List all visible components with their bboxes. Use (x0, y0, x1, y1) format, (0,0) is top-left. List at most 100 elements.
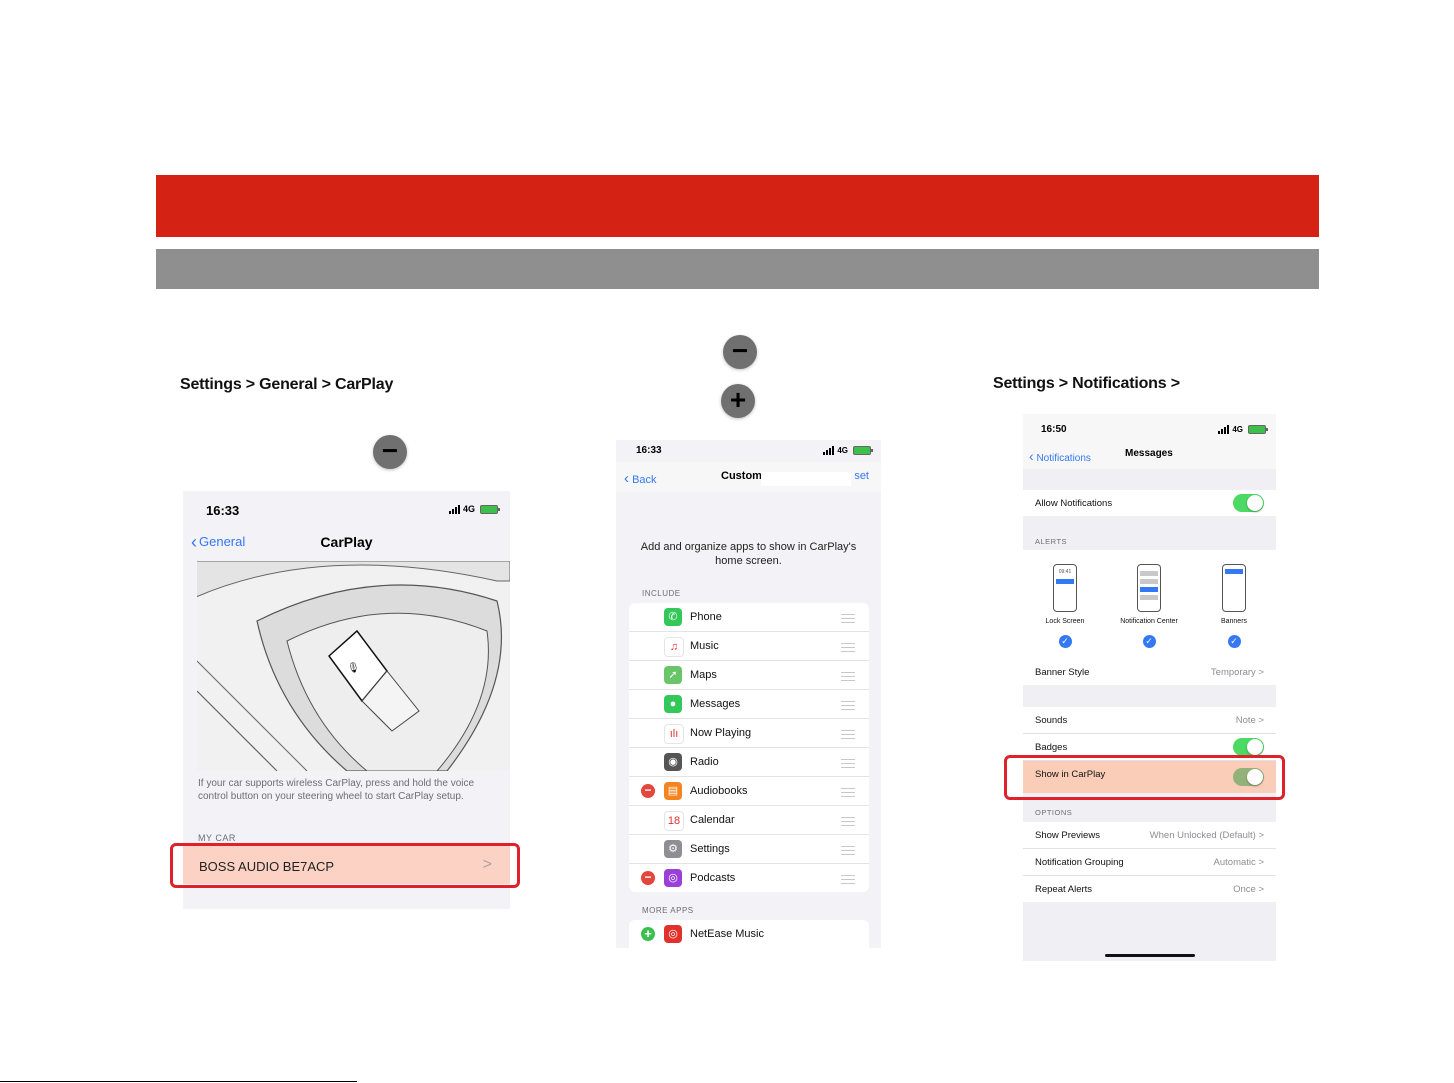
reorder-handle-icon[interactable] (841, 759, 855, 768)
allow-notifications-toggle[interactable] (1233, 494, 1264, 512)
nav-title: Custom (721, 470, 762, 482)
app-name: Maps (690, 669, 717, 681)
more-apps-list: + ◎ NetEase Music (629, 920, 869, 948)
signal-icon (1218, 425, 1230, 434)
checkmark-icon: ✓ (1058, 635, 1072, 648)
section-alerts: ALERTS (1035, 537, 1068, 546)
now-playing-icon: ılı (664, 724, 684, 744)
app-name: Audiobooks (690, 785, 748, 797)
banners-preview-icon (1222, 564, 1246, 612)
row-label: Badges (1035, 742, 1068, 753)
option-row[interactable]: Notification Grouping Automatic > (1023, 849, 1276, 876)
app-row[interactable]: − ◎ Podcasts (629, 864, 869, 892)
reorder-handle-icon[interactable] (841, 875, 855, 884)
checkmark-icon: ✓ (1227, 635, 1241, 648)
home-indicator (1105, 954, 1195, 957)
status-bar: 4G (1218, 425, 1268, 434)
status-time: 16:33 (206, 503, 240, 518)
back-button[interactable]: ‹ Notifications (1029, 448, 1091, 464)
row-label: Allow Notifications (1035, 498, 1113, 509)
nav-title: Messages (1125, 448, 1173, 459)
chevron-right-icon: > (1258, 715, 1264, 726)
highlight-box-show-in-carplay (1004, 755, 1285, 800)
alert-style-notification-center[interactable]: Notification Center ✓ (1109, 564, 1189, 648)
chevron-left-icon: ‹ (624, 470, 629, 487)
reorder-handle-icon[interactable] (841, 643, 855, 652)
row-label: Sounds (1035, 715, 1068, 726)
app-row[interactable]: ♫ Music (629, 632, 869, 661)
allow-notifications-row: Allow Notifications (1023, 490, 1276, 516)
plus-button: + (721, 384, 755, 418)
remove-app-button[interactable]: − (641, 871, 655, 885)
app-name: Phone (690, 611, 722, 623)
app-row[interactable]: ➚ Maps (629, 661, 869, 690)
reorder-handle-icon[interactable] (841, 701, 855, 710)
section-more-apps: MORE APPS (642, 906, 694, 915)
row-label: Repeat Alerts (1035, 884, 1093, 895)
reorder-handle-icon[interactable] (841, 788, 855, 797)
alert-style-label: Banners (1220, 618, 1248, 625)
nav-bar: ‹ Back Custom set (616, 462, 881, 492)
back-button[interactable]: ‹ Back (624, 470, 657, 487)
status-bar: 4G (823, 446, 873, 455)
mini-time: 09:41 (1058, 569, 1072, 575)
network-label: 4G (462, 504, 475, 514)
reorder-handle-icon[interactable] (841, 614, 855, 623)
minus-icon: − (381, 434, 399, 466)
podcasts-icon: ◎ (664, 869, 682, 887)
chevron-right-icon: > (1258, 857, 1264, 868)
checkmark-icon: ✓ (1142, 635, 1156, 648)
chevron-left-icon: ‹ (1029, 448, 1034, 464)
option-row[interactable]: Repeat Alerts Once > (1023, 876, 1276, 902)
alert-style-banners[interactable]: Banners ✓ (1194, 564, 1274, 648)
alert-style-lock-screen[interactable]: 09:41 Lock Screen ✓ (1025, 564, 1105, 648)
reorder-handle-icon[interactable] (841, 846, 855, 855)
battery-icon (1248, 425, 1268, 434)
banner-style-group: Banner Style Temporary > (1023, 659, 1276, 685)
app-row[interactable]: 18 Calendar (629, 806, 869, 835)
app-row[interactable]: ✆ Phone (629, 603, 869, 632)
nav-title: CarPlay (320, 534, 373, 550)
phone-messages-notifications: 16:50 4G ‹ Notifications Messages Allow … (1023, 414, 1276, 961)
badges-toggle[interactable] (1233, 738, 1264, 756)
row-label: Notification Grouping (1035, 857, 1124, 868)
music-icon: ♫ (664, 637, 684, 657)
banner-style-row[interactable]: Banner Style Temporary > (1023, 659, 1276, 685)
app-row[interactable]: ılı Now Playing (629, 719, 869, 748)
app-row[interactable]: ⚙ Settings (629, 835, 869, 864)
app-row[interactable]: ● Messages (629, 690, 869, 719)
remove-app-button[interactable]: − (641, 784, 655, 798)
signal-icon (448, 504, 460, 514)
add-app-button[interactable]: + (641, 927, 655, 941)
notification-center-preview-icon (1137, 564, 1161, 612)
phone-customize-carplay: 16:33 4G ‹ Back Custom set Add and organ… (616, 440, 881, 948)
header-red-banner (156, 175, 1319, 237)
battery-icon (853, 446, 873, 455)
reorder-handle-icon[interactable] (841, 730, 855, 739)
sounds-row[interactable]: Sounds Note > (1023, 707, 1276, 734)
phone-icon: ✆ (664, 608, 682, 626)
options-group: Show Previews When Unlocked (Default) > No… (1023, 822, 1276, 902)
highlight-box-car (170, 843, 520, 888)
minus-button-2: − (723, 335, 757, 369)
alert-style-label: Lock Screen (1045, 618, 1085, 625)
radio-icon: ◉ (664, 753, 682, 771)
header-gray-banner (156, 249, 1319, 289)
calendar-icon: 18 (664, 811, 684, 831)
reorder-handle-icon[interactable] (841, 672, 855, 681)
reorder-handle-icon[interactable] (841, 817, 855, 826)
app-row[interactable]: − ▤ Audiobooks (629, 777, 869, 806)
section-options: OPTIONS (1035, 808, 1073, 817)
row-value: Once > (1233, 884, 1264, 895)
settings-icon: ⚙ (664, 840, 682, 858)
battery-icon (480, 504, 500, 514)
redaction-block (761, 472, 851, 486)
app-name: Radio (690, 756, 719, 768)
reset-button[interactable]: set (854, 470, 869, 482)
netease-music-icon: ◎ (664, 925, 682, 943)
app-row[interactable]: ◉ Radio (629, 748, 869, 777)
back-label: Notifications (1036, 453, 1091, 464)
carplay-description: If your car supports wireless CarPlay, p… (198, 778, 475, 802)
option-row[interactable]: Show Previews When Unlocked (Default) > (1023, 822, 1276, 849)
signal-icon (823, 446, 835, 455)
